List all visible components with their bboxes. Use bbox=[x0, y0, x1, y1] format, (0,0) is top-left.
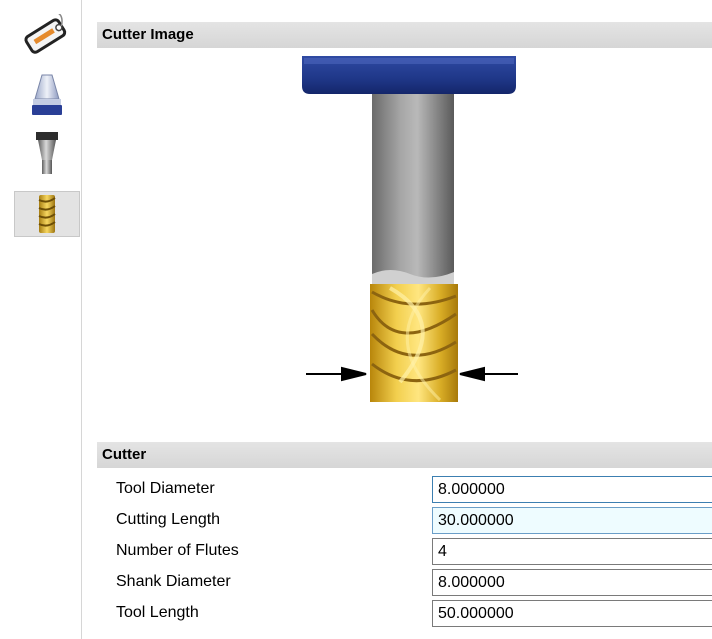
shank-diameter-field[interactable] bbox=[432, 569, 712, 596]
number-of-flutes-label: Number of Flutes bbox=[116, 542, 239, 559]
tool-length-row: Tool Length bbox=[97, 598, 712, 629]
cutter-image bbox=[302, 56, 518, 402]
tool-shank bbox=[372, 94, 454, 284]
cutter-image-header: Cutter Image bbox=[97, 22, 712, 48]
sidebar-item-tool-tag[interactable] bbox=[14, 12, 80, 58]
sidebar-item-tool-holder[interactable] bbox=[14, 72, 80, 118]
tool-diameter-field[interactable] bbox=[432, 476, 712, 503]
tool-shank-icon bbox=[36, 132, 58, 174]
cutting-length-field[interactable] bbox=[432, 507, 712, 534]
tool-tag-icon bbox=[24, 14, 67, 54]
tool-length-label: Tool Length bbox=[116, 604, 199, 621]
cutter-section-header: Cutter bbox=[97, 442, 712, 468]
tool-parts-sidebar bbox=[0, 0, 82, 639]
tool-holder-icon bbox=[32, 74, 62, 115]
tool-diameter-row: Tool Diameter bbox=[97, 474, 712, 505]
cutting-length-label: Cutting Length bbox=[116, 511, 221, 528]
tool-diameter-label: Tool Diameter bbox=[116, 480, 215, 497]
tool-length-field[interactable] bbox=[432, 600, 712, 627]
sidebar-item-tool-shank[interactable] bbox=[14, 130, 80, 176]
cutter-icon bbox=[38, 195, 56, 233]
cutting-length-row: Cutting Length bbox=[97, 505, 712, 536]
shank-diameter-row: Shank Diameter bbox=[97, 567, 712, 598]
number-of-flutes-row: Number of Flutes bbox=[97, 536, 712, 567]
shank-diameter-label: Shank Diameter bbox=[116, 573, 231, 590]
number-of-flutes-field[interactable] bbox=[432, 538, 712, 565]
sidebar-item-cutter[interactable] bbox=[14, 191, 80, 237]
